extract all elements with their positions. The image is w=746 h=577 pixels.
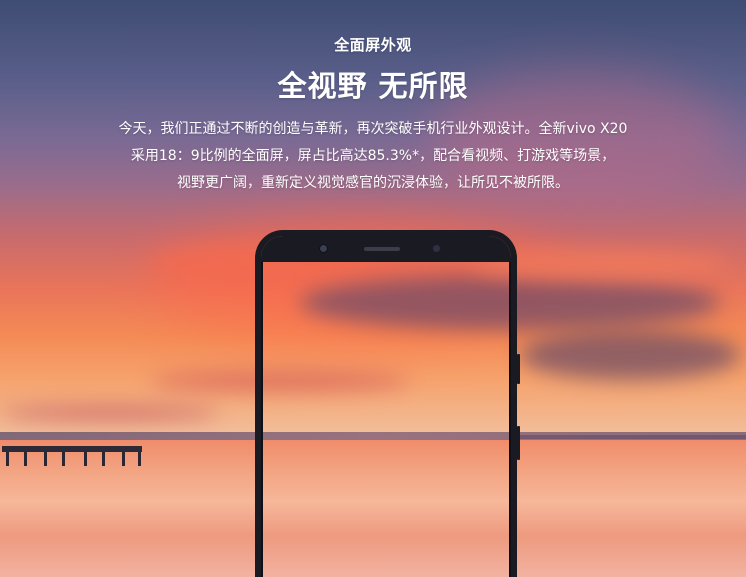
page-title: 全视野 无所限 (277, 69, 469, 103)
sensor-icon (433, 245, 440, 252)
description: 今天，我们正通过不断的创造与革新，再次突破手机行业外观设计。全新vivo X20… (0, 116, 746, 197)
distant-shore (520, 435, 746, 439)
section-kicker: 全面屏外观 (334, 36, 412, 54)
volume-button (517, 354, 520, 384)
power-button (517, 426, 520, 460)
phone-screen (261, 262, 511, 577)
pier (2, 446, 142, 468)
front-camera-icon (319, 244, 328, 253)
description-line: 今天，我们正通过不断的创造与革新，再次突破手机行业外观设计。全新vivo X20 (118, 121, 628, 137)
phone-top-bezel (261, 236, 511, 262)
cloud-band (0, 405, 220, 421)
description-line: 视野更广阔，重新定义视觉感官的沉浸体验，让所见不被所限。 (177, 175, 569, 191)
cloud-band (520, 330, 740, 380)
phone-frame (255, 230, 520, 577)
hero-banner: 全面屏外观 全视野 无所限 今天，我们正通过不断的创造与革新，再次突破手机行业外… (0, 0, 746, 577)
earpiece-speaker (364, 247, 400, 251)
description-line: 采用18：9比例的全面屏，屏占比高达85.3%*，配合看视频、打游戏等场景， (130, 148, 616, 164)
